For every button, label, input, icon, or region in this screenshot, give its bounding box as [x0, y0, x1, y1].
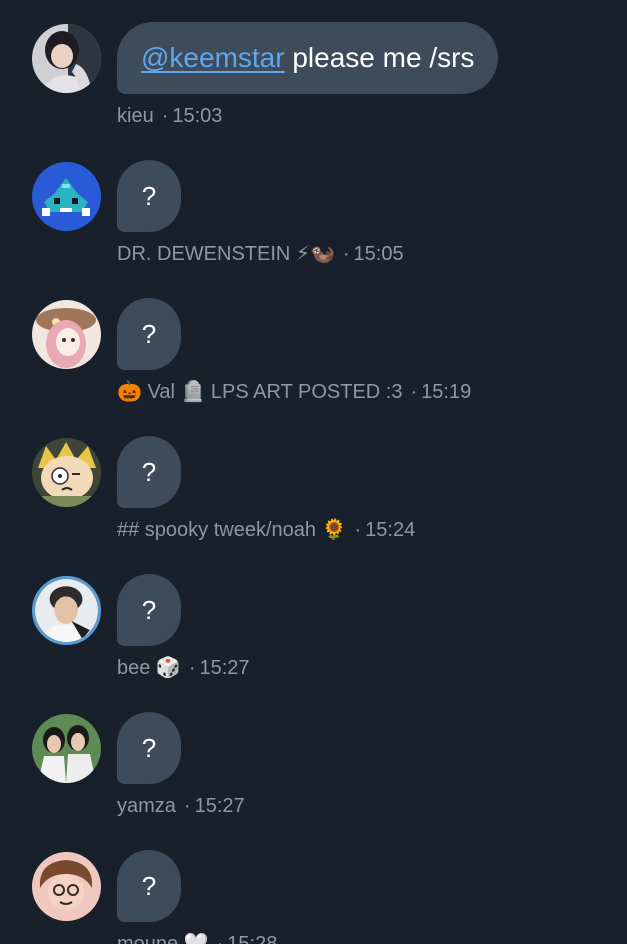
message-row: ? 🎃 Val 🪦 LPS ART POSTED :3 · 15:19: [0, 298, 627, 438]
timestamp: 15:19: [421, 381, 472, 403]
meta-separator: ·: [183, 795, 191, 817]
message-row: ? yamza · 15:27: [0, 712, 627, 852]
avatar-dewenstein-image: [32, 162, 101, 231]
message-bubble[interactable]: ?: [117, 436, 181, 508]
message-meta: moune 🤍 · 15:28: [117, 931, 277, 944]
avatar-kieu[interactable]: [32, 24, 101, 93]
avatar-kieu-image: [32, 24, 101, 93]
avatar-yamza-image: [32, 714, 101, 783]
timestamp: 15:03: [172, 105, 223, 127]
avatar-moune-image: [32, 852, 101, 921]
timestamp: 15:27: [194, 795, 245, 817]
meta-separator: ·: [354, 519, 362, 541]
meta-separator: ·: [188, 657, 196, 679]
author-name: ## spooky tweek/noah 🌻: [117, 519, 347, 541]
message-thread: @keemstar please me /srs kieu · 15:03 ? DR…: [0, 0, 627, 944]
avatar-dewenstein[interactable]: [32, 162, 101, 231]
author-name: DR. DEWENSTEIN ⚡🦦: [117, 243, 335, 265]
avatar-yamza[interactable]: [32, 714, 101, 783]
message-bubble[interactable]: ?: [117, 160, 181, 232]
timestamp: 15:24: [365, 519, 416, 541]
avatar-val-image: [32, 300, 101, 369]
message-meta: bee 🎲 · 15:27: [117, 655, 250, 681]
message-bubble[interactable]: ?: [117, 712, 181, 784]
message-meta: yamza · 15:27: [117, 793, 245, 819]
avatar-val[interactable]: [32, 300, 101, 369]
meta-separator: ·: [410, 381, 418, 403]
message-bubble[interactable]: ?: [117, 298, 181, 370]
mention-link[interactable]: @keemstar: [141, 42, 285, 73]
avatar-moune[interactable]: [32, 852, 101, 921]
avatar-bee-image: [35, 579, 98, 642]
message-row: ? bee 🎲 · 15:27: [0, 574, 627, 714]
message-text: please me /srs: [284, 42, 475, 73]
avatar-tweek-image: [32, 438, 101, 507]
timestamp: 15:05: [353, 243, 404, 265]
author-name: kieu: [117, 105, 154, 127]
author-name: moune 🤍: [117, 933, 209, 944]
meta-separator: ·: [342, 243, 350, 265]
avatar-tweek[interactable]: [32, 438, 101, 507]
message-bubble[interactable]: @keemstar please me /srs: [117, 22, 499, 94]
message-meta: DR. DEWENSTEIN ⚡🦦 · 15:05: [117, 241, 404, 267]
message-row: ? DR. DEWENSTEIN ⚡🦦 · 15:05: [0, 160, 627, 300]
author-name: yamza: [117, 795, 176, 817]
message-bubble[interactable]: ?: [117, 850, 181, 922]
author-name: 🎃 Val 🪦 LPS ART POSTED :3: [117, 381, 403, 403]
message-bubble[interactable]: ?: [117, 574, 181, 646]
message-row: ? ## spooky tweek/noah 🌻 · 15:24: [0, 436, 627, 576]
message-meta: ## spooky tweek/noah 🌻 · 15:24: [117, 517, 415, 543]
meta-separator: ·: [161, 105, 169, 127]
timestamp: 15:27: [199, 657, 250, 679]
message-meta: kieu · 15:03: [117, 103, 222, 129]
timestamp: 15:28: [227, 933, 278, 944]
message-row: ? moune 🤍 · 15:28: [0, 850, 627, 944]
message-meta: 🎃 Val 🪦 LPS ART POSTED :3 · 15:19: [117, 379, 471, 405]
author-name: bee 🎲: [117, 657, 181, 679]
avatar-bee[interactable]: [32, 576, 101, 645]
meta-separator: ·: [216, 933, 224, 944]
message-row: @keemstar please me /srs kieu · 15:03: [0, 22, 627, 162]
